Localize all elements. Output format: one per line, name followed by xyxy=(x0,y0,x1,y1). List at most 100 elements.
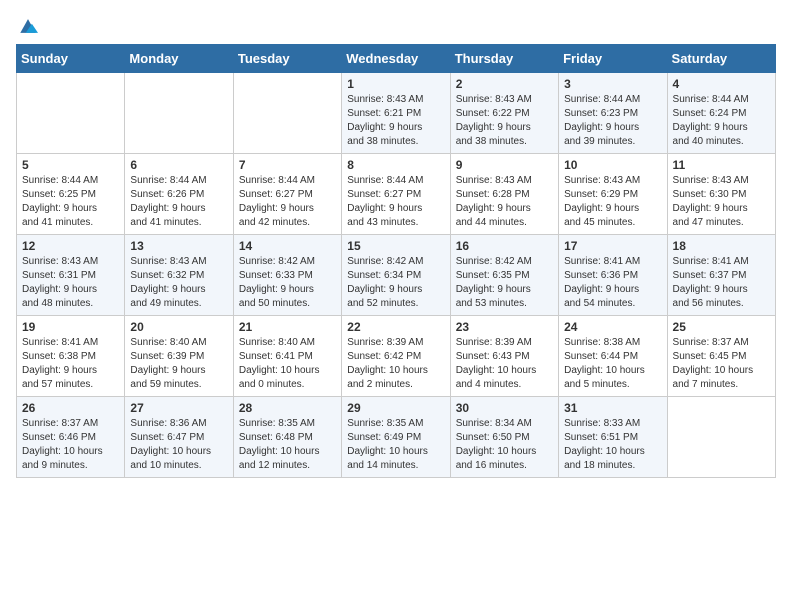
day-info: Sunrise: 8:37 AM Sunset: 6:46 PM Dayligh… xyxy=(22,417,119,473)
calendar-day-cell: 16 Sunrise: 8:42 AM Sunset: 6:35 PM Dayli… xyxy=(450,235,558,316)
calendar-day-cell: 1Sunrise: 8:43 AM Sunset: 6:21 PM Daylig… xyxy=(342,73,450,154)
day-number: 11 xyxy=(673,158,770,172)
calendar-day-cell: 24Sunrise: 8:38 AM Sunset: 6:44 PM Dayli… xyxy=(559,316,667,397)
calendar-week-row: 5 Sunrise: 8:44 AM Sunset: 6:25 PM Daylig… xyxy=(17,154,776,235)
day-number: 15 xyxy=(347,239,444,253)
calendar-day-cell: 3 Sunrise: 8:44 AM Sunset: 6:23 PM Daylig… xyxy=(559,73,667,154)
calendar-day-cell: 6 Sunrise: 8:44 AM Sunset: 6:26 PM Daylig… xyxy=(125,154,233,235)
day-info: Sunrise: 8:42 AM Sunset: 6:34 PM Dayligh… xyxy=(347,255,444,311)
day-number: 9 xyxy=(456,158,553,172)
day-number: 13 xyxy=(130,239,227,253)
calendar-day-cell: 4 Sunrise: 8:44 AM Sunset: 6:24 PM Daylig… xyxy=(667,73,775,154)
logo-icon xyxy=(16,16,40,36)
day-number: 26 xyxy=(22,401,119,415)
day-info: Sunrise: 8:44 AM Sunset: 6:25 PM Dayligh… xyxy=(22,174,119,230)
day-info: Sunrise: 8:43 AM Sunset: 6:30 PM Dayligh… xyxy=(673,174,770,230)
calendar-day-cell: 20 Sunrise: 8:40 AM Sunset: 6:39 PM Dayli… xyxy=(125,316,233,397)
day-info: Sunrise: 8:39 AM Sunset: 6:43 PM Dayligh… xyxy=(456,336,553,392)
day-info: Sunrise: 8:40 AM Sunset: 6:39 PM Dayligh… xyxy=(130,336,227,392)
day-info: Sunrise: 8:44 AM Sunset: 6:24 PM Dayligh… xyxy=(673,93,770,149)
calendar-week-row: 19 Sunrise: 8:41 AM Sunset: 6:38 PM Dayli… xyxy=(17,316,776,397)
day-number: 29 xyxy=(347,401,444,415)
day-info: Sunrise: 8:44 AM Sunset: 6:27 PM Dayligh… xyxy=(239,174,336,230)
day-number: 4 xyxy=(673,77,770,91)
day-number: 25 xyxy=(673,320,770,334)
day-info: Sunrise: 8:39 AM Sunset: 6:42 PM Dayligh… xyxy=(347,336,444,392)
day-info: Sunrise: 8:42 AM Sunset: 6:33 PM Dayligh… xyxy=(239,255,336,311)
day-info: Sunrise: 8:44 AM Sunset: 6:23 PM Dayligh… xyxy=(564,93,661,149)
day-number: 6 xyxy=(130,158,227,172)
day-number: 12 xyxy=(22,239,119,253)
day-number: 23 xyxy=(456,320,553,334)
calendar-week-row: 12 Sunrise: 8:43 AM Sunset: 6:31 PM Dayli… xyxy=(17,235,776,316)
day-info: Sunrise: 8:44 AM Sunset: 6:26 PM Dayligh… xyxy=(130,174,227,230)
day-of-week-header: Sunday xyxy=(17,45,125,73)
calendar-table: SundayMondayTuesdayWednesdayThursdayFrid… xyxy=(16,44,776,478)
day-number: 19 xyxy=(22,320,119,334)
calendar-day-cell: 17 Sunrise: 8:41 AM Sunset: 6:36 PM Dayli… xyxy=(559,235,667,316)
day-number: 20 xyxy=(130,320,227,334)
calendar-day-cell xyxy=(667,397,775,478)
day-number: 3 xyxy=(564,77,661,91)
day-number: 14 xyxy=(239,239,336,253)
day-info: Sunrise: 8:41 AM Sunset: 6:37 PM Dayligh… xyxy=(673,255,770,311)
day-info: Sunrise: 8:40 AM Sunset: 6:41 PM Dayligh… xyxy=(239,336,336,392)
day-of-week-header: Saturday xyxy=(667,45,775,73)
day-of-week-header: Monday xyxy=(125,45,233,73)
calendar-day-cell: 23 Sunrise: 8:39 AM Sunset: 6:43 PM Dayli… xyxy=(450,316,558,397)
day-number: 22 xyxy=(347,320,444,334)
days-of-week-row: SundayMondayTuesdayWednesdayThursdayFrid… xyxy=(17,45,776,73)
calendar-day-cell: 22 Sunrise: 8:39 AM Sunset: 6:42 PM Dayli… xyxy=(342,316,450,397)
day-info: Sunrise: 8:43 AM Sunset: 6:29 PM Dayligh… xyxy=(564,174,661,230)
calendar-day-cell: 7 Sunrise: 8:44 AM Sunset: 6:27 PM Daylig… xyxy=(233,154,341,235)
calendar-day-cell: 8 Sunrise: 8:44 AM Sunset: 6:27 PM Daylig… xyxy=(342,154,450,235)
calendar-day-cell: 26 Sunrise: 8:37 AM Sunset: 6:46 PM Dayli… xyxy=(17,397,125,478)
calendar-day-cell: 12 Sunrise: 8:43 AM Sunset: 6:31 PM Dayli… xyxy=(17,235,125,316)
day-info: Sunrise: 8:43 AM Sunset: 6:31 PM Dayligh… xyxy=(22,255,119,311)
calendar-day-cell xyxy=(17,73,125,154)
calendar-day-cell: 9 Sunrise: 8:43 AM Sunset: 6:28 PM Daylig… xyxy=(450,154,558,235)
day-info: Sunrise: 8:37 AM Sunset: 6:45 PM Dayligh… xyxy=(673,336,770,392)
day-number: 7 xyxy=(239,158,336,172)
day-info: Sunrise: 8:35 AM Sunset: 6:48 PM Dayligh… xyxy=(239,417,336,473)
calendar-day-cell: 25 Sunrise: 8:37 AM Sunset: 6:45 PM Dayli… xyxy=(667,316,775,397)
day-number: 27 xyxy=(130,401,227,415)
calendar-day-cell: 5 Sunrise: 8:44 AM Sunset: 6:25 PM Daylig… xyxy=(17,154,125,235)
day-info: Sunrise: 8:43 AM Sunset: 6:21 PM Dayligh… xyxy=(347,93,444,149)
day-number: 2 xyxy=(456,77,553,91)
day-info: Sunrise: 8:35 AM Sunset: 6:49 PM Dayligh… xyxy=(347,417,444,473)
day-info: Sunrise: 8:43 AM Sunset: 6:22 PM Dayligh… xyxy=(456,93,553,149)
logo xyxy=(16,16,44,36)
day-number: 18 xyxy=(673,239,770,253)
calendar-day-cell: 15 Sunrise: 8:42 AM Sunset: 6:34 PM Dayli… xyxy=(342,235,450,316)
calendar-day-cell: 31Sunrise: 8:33 AM Sunset: 6:51 PM Dayli… xyxy=(559,397,667,478)
day-info: Sunrise: 8:36 AM Sunset: 6:47 PM Dayligh… xyxy=(130,417,227,473)
day-info: Sunrise: 8:41 AM Sunset: 6:36 PM Dayligh… xyxy=(564,255,661,311)
calendar-day-cell: 28 Sunrise: 8:35 AM Sunset: 6:48 PM Dayli… xyxy=(233,397,341,478)
day-number: 24 xyxy=(564,320,661,334)
calendar-day-cell: 27 Sunrise: 8:36 AM Sunset: 6:47 PM Dayli… xyxy=(125,397,233,478)
day-number: 16 xyxy=(456,239,553,253)
calendar-header: SundayMondayTuesdayWednesdayThursdayFrid… xyxy=(17,45,776,73)
calendar-day-cell: 14 Sunrise: 8:42 AM Sunset: 6:33 PM Dayli… xyxy=(233,235,341,316)
calendar-day-cell: 19 Sunrise: 8:41 AM Sunset: 6:38 PM Dayli… xyxy=(17,316,125,397)
day-info: Sunrise: 8:43 AM Sunset: 6:28 PM Dayligh… xyxy=(456,174,553,230)
day-info: Sunrise: 8:43 AM Sunset: 6:32 PM Dayligh… xyxy=(130,255,227,311)
calendar-day-cell: 11 Sunrise: 8:43 AM Sunset: 6:30 PM Dayli… xyxy=(667,154,775,235)
day-info: Sunrise: 8:42 AM Sunset: 6:35 PM Dayligh… xyxy=(456,255,553,311)
calendar-body: 1Sunrise: 8:43 AM Sunset: 6:21 PM Daylig… xyxy=(17,73,776,478)
day-number: 17 xyxy=(564,239,661,253)
day-number: 5 xyxy=(22,158,119,172)
calendar-day-cell xyxy=(233,73,341,154)
day-number: 8 xyxy=(347,158,444,172)
day-of-week-header: Tuesday xyxy=(233,45,341,73)
day-number: 28 xyxy=(239,401,336,415)
day-number: 31 xyxy=(564,401,661,415)
day-of-week-header: Friday xyxy=(559,45,667,73)
day-number: 21 xyxy=(239,320,336,334)
day-of-week-header: Thursday xyxy=(450,45,558,73)
page-header xyxy=(16,16,776,36)
day-info: Sunrise: 8:44 AM Sunset: 6:27 PM Dayligh… xyxy=(347,174,444,230)
calendar-day-cell: 29 Sunrise: 8:35 AM Sunset: 6:49 PM Dayli… xyxy=(342,397,450,478)
day-info: Sunrise: 8:41 AM Sunset: 6:38 PM Dayligh… xyxy=(22,336,119,392)
